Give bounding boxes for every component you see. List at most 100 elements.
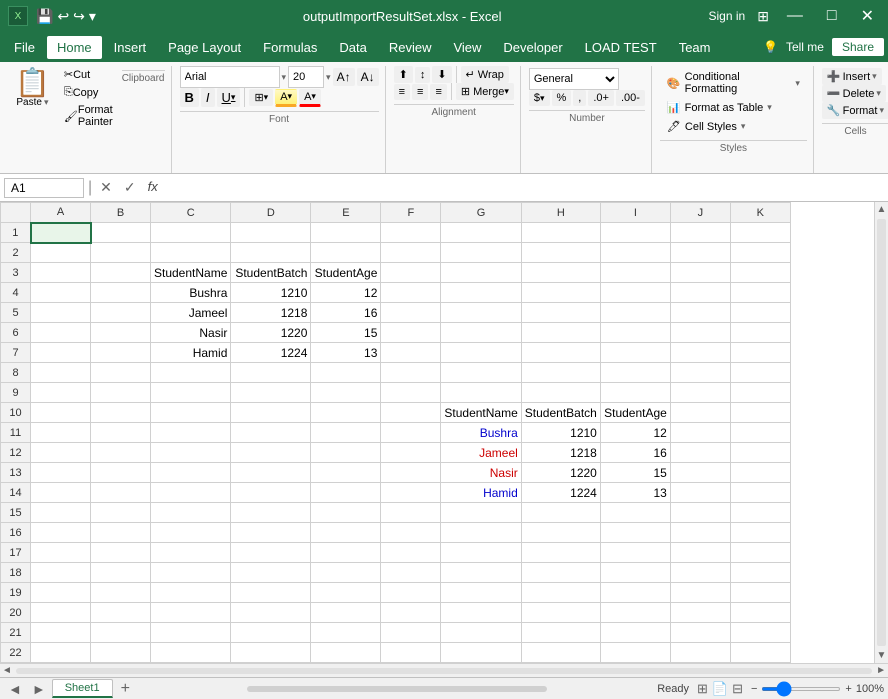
row-header-12[interactable]: 12 [1,443,31,463]
cell-K6[interactable] [730,323,790,343]
cell-K15[interactable] [730,503,790,523]
cell-D8[interactable] [231,363,311,383]
cell-K16[interactable] [730,523,790,543]
row-header-20[interactable]: 20 [1,603,31,623]
menu-load-test[interactable]: LOAD TEST [575,36,667,59]
cell-C10[interactable] [151,403,231,423]
cell-E4[interactable]: 12 [311,283,381,303]
cell-I6[interactable] [600,323,670,343]
cell-B10[interactable] [91,403,151,423]
cell-C2[interactable] [151,243,231,263]
close-button[interactable]: ✕ [855,4,880,28]
menu-insert[interactable]: Insert [104,36,157,59]
customize-icon[interactable]: ▾ [89,8,96,25]
cell-C9[interactable] [151,383,231,403]
menu-file[interactable]: File [4,36,45,59]
cell-F14[interactable] [381,483,441,503]
cell-D11[interactable] [231,423,311,443]
cell-G1[interactable] [441,223,521,243]
cell-E2[interactable] [311,243,381,263]
maximize-button[interactable]: □ [821,5,843,27]
bold-button[interactable]: B [180,88,199,107]
cell-A15[interactable] [31,503,91,523]
cell-D18[interactable] [231,563,311,583]
font-name-input[interactable] [180,66,280,88]
cell-J2[interactable] [670,243,730,263]
cell-J18[interactable] [670,563,730,583]
cell-J19[interactable] [670,583,730,603]
cell-C7[interactable]: Hamid [151,343,231,363]
cell-H17[interactable] [521,543,600,563]
cell-G22[interactable] [441,643,521,663]
insert-button[interactable]: ➕ Insert ▾ [822,68,882,85]
cell-C15[interactable] [151,503,231,523]
cell-I16[interactable] [600,523,670,543]
cell-D3[interactable]: StudentBatch [231,263,311,283]
cell-A5[interactable] [31,303,91,323]
save-icon[interactable]: 💾 [36,8,53,25]
cell-A22[interactable] [31,643,91,663]
prev-sheet-button[interactable]: ◄ [4,681,26,697]
cell-J22[interactable] [670,643,730,663]
cell-G19[interactable] [441,583,521,603]
cell-E10[interactable] [311,403,381,423]
cell-F5[interactable] [381,303,441,323]
cell-D1[interactable] [231,223,311,243]
zoom-out-button[interactable]: − [751,683,757,695]
cell-B5[interactable] [91,303,151,323]
cell-I20[interactable] [600,603,670,623]
paste-dropdown[interactable]: ▾ [44,97,49,108]
cell-I17[interactable] [600,543,670,563]
cell-C1[interactable] [151,223,231,243]
cell-G18[interactable] [441,563,521,583]
cell-B15[interactable] [91,503,151,523]
cell-H8[interactable] [521,363,600,383]
increase-font-button[interactable]: A↑ [333,68,355,86]
menu-data[interactable]: Data [329,36,376,59]
cell-F20[interactable] [381,603,441,623]
cell-F21[interactable] [381,623,441,643]
cell-C4[interactable]: Bushra [151,283,231,303]
cell-K12[interactable] [730,443,790,463]
row-header-13[interactable]: 13 [1,463,31,483]
cell-K21[interactable] [730,623,790,643]
cell-K14[interactable] [730,483,790,503]
cell-B3[interactable] [91,263,151,283]
cell-G4[interactable] [441,283,521,303]
cell-J20[interactable] [670,603,730,623]
cell-F12[interactable] [381,443,441,463]
cell-H12[interactable]: 1218 [521,443,600,463]
cell-G14[interactable]: Hamid [441,483,521,503]
cell-D12[interactable] [231,443,311,463]
cell-I18[interactable] [600,563,670,583]
cell-J17[interactable] [670,543,730,563]
row-header-5[interactable]: 5 [1,303,31,323]
cell-I15[interactable] [600,503,670,523]
cell-J6[interactable] [670,323,730,343]
minimize-button[interactable]: — [781,5,809,27]
cell-B8[interactable] [91,363,151,383]
cell-B20[interactable] [91,603,151,623]
cell-E7[interactable]: 13 [311,343,381,363]
cell-E20[interactable] [311,603,381,623]
align-top-button[interactable]: ⬆ [394,66,413,83]
menu-review[interactable]: Review [379,36,442,59]
delete-dropdown[interactable]: ▾ [876,88,881,99]
cell-K1[interactable] [730,223,790,243]
row-header-16[interactable]: 16 [1,523,31,543]
cell-reference-input[interactable] [4,178,84,198]
cell-F8[interactable] [381,363,441,383]
copy-button[interactable]: ⎘ Copy [59,84,118,101]
fill-color-button[interactable]: A ▾ [275,89,297,107]
cell-D21[interactable] [231,623,311,643]
zoom-in-button[interactable]: + [845,683,851,695]
cell-C22[interactable] [151,643,231,663]
format-button[interactable]: 🔧 Format ▾ [822,102,888,119]
cell-D4[interactable]: 1210 [231,283,311,303]
cell-H19[interactable] [521,583,600,603]
cell-F2[interactable] [381,243,441,263]
cell-I22[interactable] [600,643,670,663]
cell-E9[interactable] [311,383,381,403]
cell-H4[interactable] [521,283,600,303]
cell-G13[interactable]: Nasir [441,463,521,483]
